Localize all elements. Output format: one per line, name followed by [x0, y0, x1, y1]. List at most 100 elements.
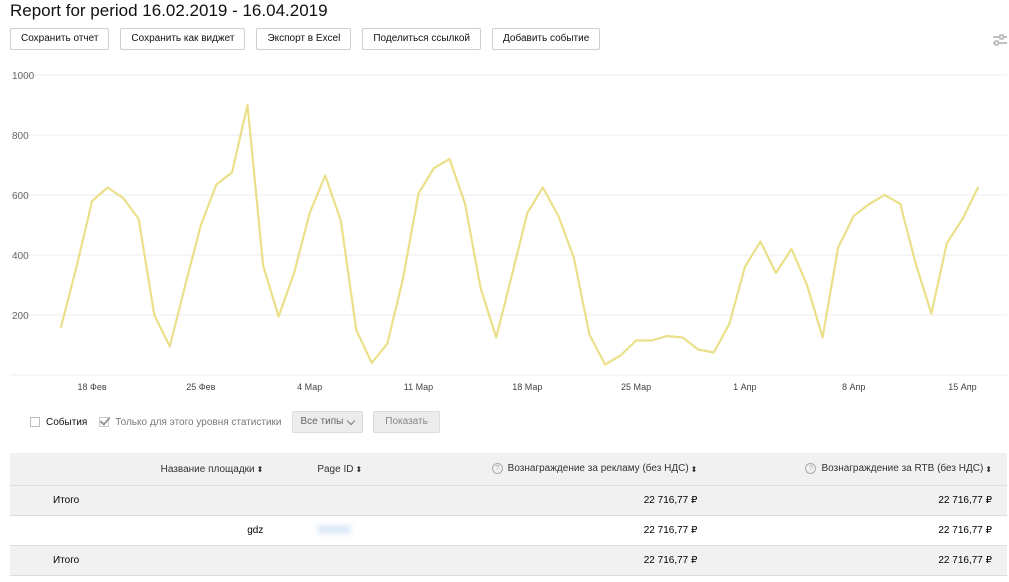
line-chart: 1000 800 600 400 200 18 Фев 25 Фев 4 Мар 11 Мар 1…: [10, 71, 1007, 392]
save-report-button[interactable]: Сохранить отчет: [10, 28, 110, 50]
data-point: [417, 192, 420, 195]
data-point: [215, 183, 218, 186]
share-link-button[interactable]: Поделиться ссылкой: [362, 28, 481, 50]
data-point: [137, 218, 140, 220]
x-tick-label: 8 Апр: [842, 382, 865, 392]
event-types-select[interactable]: Все типы: [291, 411, 364, 433]
x-tick-label: 25 Фев: [186, 382, 215, 392]
page-id-cell: [271, 485, 406, 516]
add-event-button[interactable]: Добавить событие: [492, 28, 601, 50]
data-point: [324, 174, 327, 177]
x-tick-label: 18 Мар: [512, 382, 542, 392]
event-types-value: Все типы: [300, 416, 344, 427]
data-point: [930, 312, 933, 315]
data-point: [619, 354, 622, 357]
data-point: [883, 194, 886, 196]
site-name-header[interactable]: Название площадки ⬍: [10, 453, 272, 486]
data-point: [977, 186, 979, 189]
chevron-down-icon: [347, 416, 356, 425]
help-icon[interactable]: ?: [805, 463, 817, 475]
y-tick-label: 800: [12, 131, 29, 142]
level-only-checkbox[interactable]: [99, 417, 110, 427]
data-point: [868, 203, 871, 205]
data-point: [448, 158, 451, 160]
data-point: [650, 339, 653, 342]
data-point: [401, 278, 404, 280]
ads-reward-header-label: Вознаграждение за рекламу (без НДС): [507, 463, 689, 475]
data-point: [961, 218, 964, 220]
data-point: [479, 287, 482, 289]
ads-reward-cell: 22 716,77 ₽: [405, 545, 698, 576]
data-point: [541, 186, 544, 189]
data-point: [945, 242, 948, 244]
total-row: Итого 22 716,77 ₽ 22 716,77 ₽: [10, 485, 1007, 516]
data-point: [697, 348, 700, 351]
data-point: [914, 263, 917, 265]
data-point: [60, 326, 62, 328]
page-id-cell[interactable]: 000000: [271, 515, 406, 546]
page-id-header[interactable]: Page ID ⬍: [271, 453, 406, 486]
rtb-reward-cell: 22 716,77 ₽: [697, 545, 1007, 576]
ads-reward-header[interactable]: ? Вознаграждение за рекламу (без НДС) ⬍: [405, 453, 698, 486]
data-point: [91, 200, 94, 202]
report-toolbar: Сохранить отчет Сохранить как виджет Экс…: [10, 28, 611, 50]
data-point: [262, 264, 265, 267]
data-point: [168, 345, 171, 348]
data-point: [852, 215, 855, 217]
total-row: Итого 22 716,77 ₽ 22 716,77 ₽: [10, 545, 1007, 576]
data-point: [728, 323, 731, 325]
data-point: [293, 272, 296, 274]
export-excel-button[interactable]: Экспорт в Excel: [256, 28, 352, 50]
data-point: [277, 315, 280, 318]
data-point: [199, 224, 202, 226]
y-tick-label: 600: [12, 191, 29, 202]
help-icon[interactable]: ?: [491, 463, 503, 475]
sort-icon: ⬍: [985, 464, 992, 474]
table-row[interactable]: gdz 000000 22 716,77 ₽ 22 716,77 ₽: [10, 515, 1007, 546]
y-tick-label: 400: [12, 251, 29, 262]
data-point: [464, 203, 467, 205]
rtb-reward-cell: 22 716,77 ₽: [697, 515, 1007, 546]
table-header-row: Название площадки ⬍ Page ID ⬍ ? Вознагражде…: [10, 453, 1007, 486]
site-name-header-label: Название площадки: [160, 463, 255, 475]
y-tick-label: 1000: [12, 71, 35, 82]
data-point: [666, 335, 669, 337]
sliders-icon[interactable]: [992, 33, 1008, 49]
data-point: [603, 363, 606, 366]
ads-reward-cell: 22 716,77 ₽: [405, 515, 698, 546]
report-title: Report for period 16.02.2019 - 16.04.201…: [10, 1, 328, 20]
x-tick-label: 18 Фев: [78, 382, 107, 392]
save-widget-button[interactable]: Сохранить как виджет: [120, 28, 246, 50]
total-label: Итого: [10, 485, 272, 516]
data-point: [681, 336, 684, 339]
data-point: [774, 272, 777, 274]
events-checkbox[interactable]: [30, 417, 40, 427]
data-point: [339, 219, 342, 222]
data-point: [153, 314, 156, 316]
rtb-reward-header[interactable]: ? Вознаграждение за RTB (без НДС) ⬍: [697, 453, 1007, 486]
data-point: [355, 329, 358, 331]
chart-filters: События Только для этого уровня статисти…: [30, 410, 440, 434]
data-point: [899, 203, 902, 205]
sort-icon: ⬍: [690, 464, 698, 474]
data-point: [635, 339, 638, 342]
data-point: [433, 167, 436, 169]
data-point: [790, 248, 793, 250]
sort-icon: ⬍: [355, 464, 363, 474]
x-tick-label: 15 Апр: [948, 382, 976, 392]
page-id-cell: [271, 545, 406, 576]
data-point: [122, 197, 125, 199]
data-point: [75, 266, 78, 268]
data-point: [743, 266, 746, 268]
data-point: [557, 215, 560, 217]
data-point: [106, 186, 109, 189]
data-point: [837, 246, 840, 249]
data-point: [370, 362, 373, 364]
data-point: [759, 240, 762, 243]
show-events-button[interactable]: Показать: [373, 411, 440, 433]
rtb-reward-cell: 22 716,77 ₽: [697, 485, 1007, 516]
series-line: [59, 103, 979, 366]
data-point: [588, 333, 591, 336]
x-tick-label: 11 Мар: [404, 382, 433, 392]
ads-reward-cell: 22 716,77 ₽: [405, 485, 698, 516]
